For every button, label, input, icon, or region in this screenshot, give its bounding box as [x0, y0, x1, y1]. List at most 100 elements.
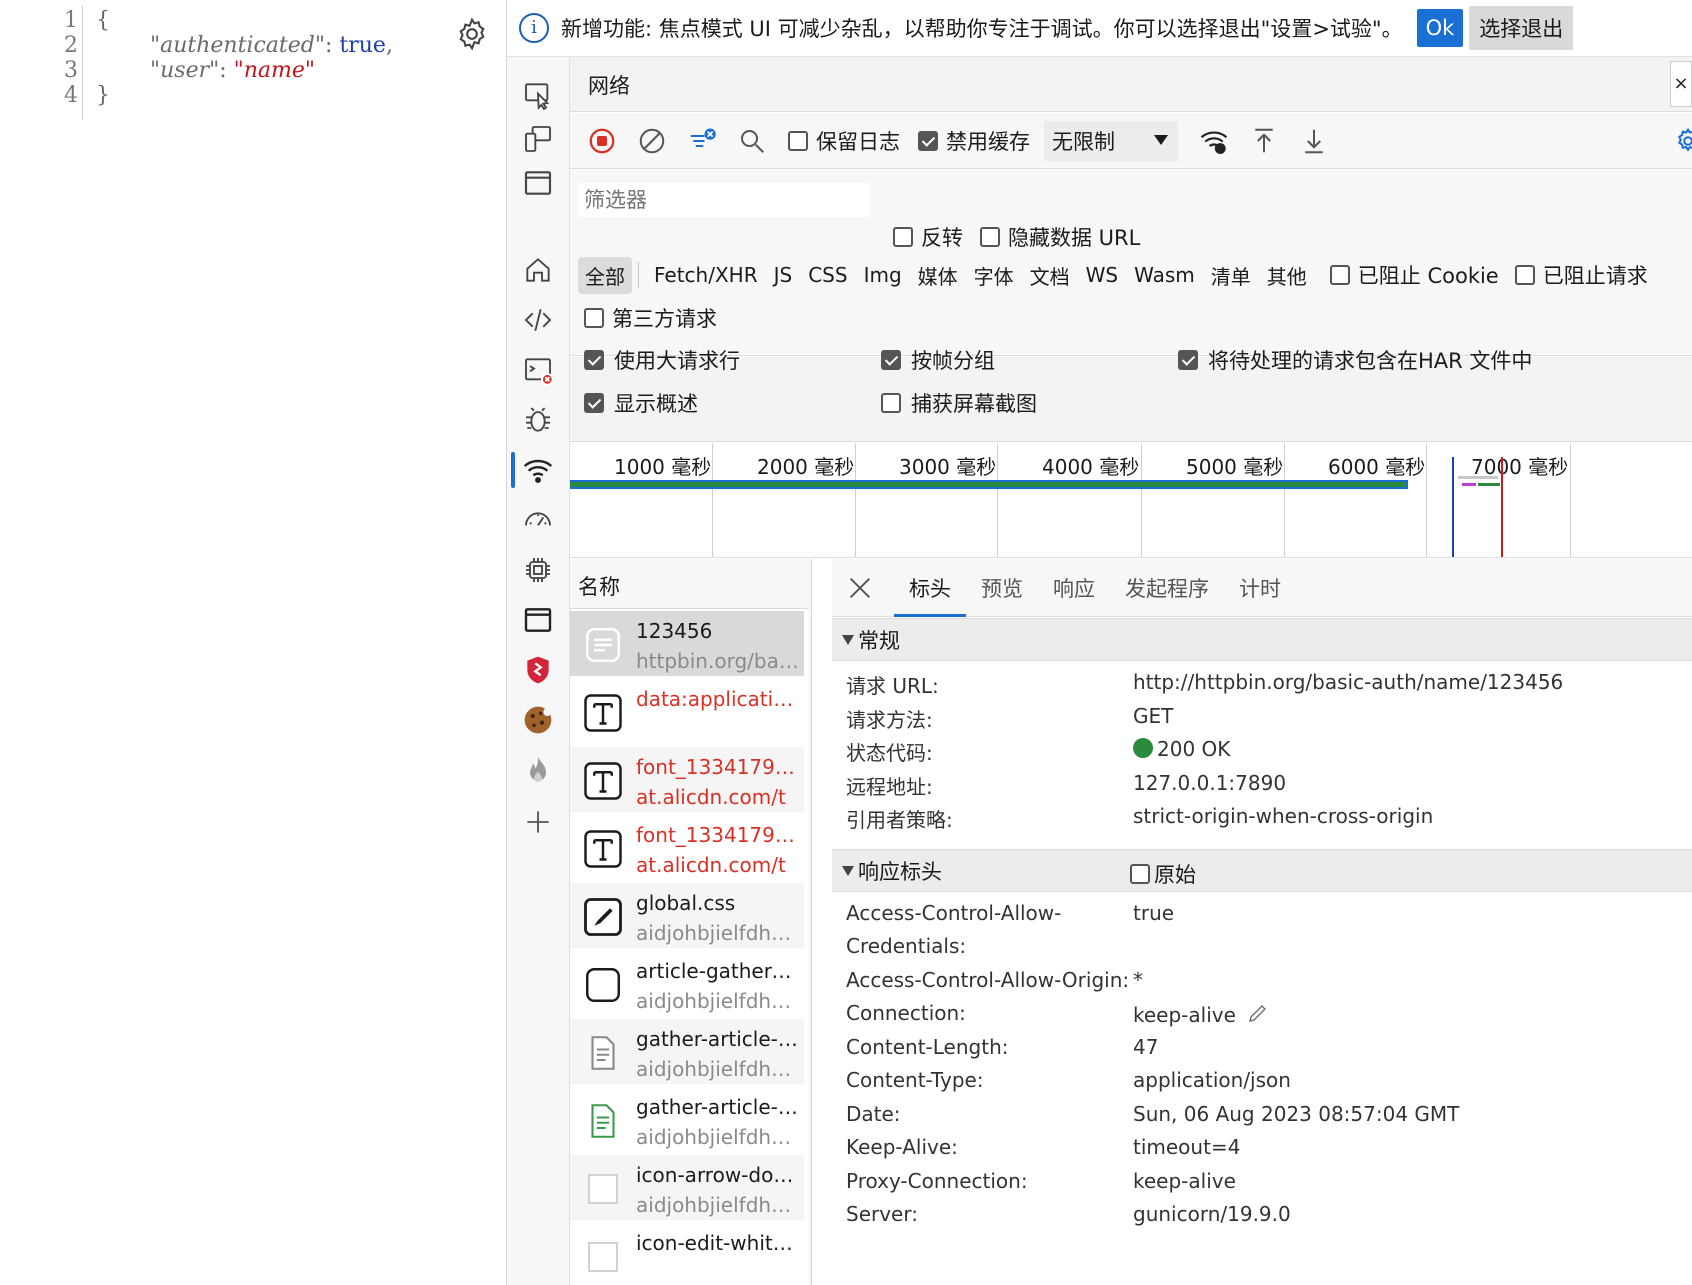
request-row[interactable]: font_1334179_ye... at.alicdn.com/t [570, 747, 804, 813]
type-filter-doc[interactable]: 文档 [1023, 257, 1077, 294]
memory-icon[interactable] [517, 550, 559, 590]
header-value: strict-origin-when-cross-origin [1133, 804, 1434, 828]
banner-message: 新增功能: 焦点模式 UI 可减少杂乱，以帮助你专注于调试。你可以选择退出"设置… [561, 17, 1403, 41]
welcome-home-icon[interactable] [517, 250, 559, 290]
network-toolbar: 保留日志 禁用缓存 无限制 [570, 113, 1692, 169]
checkbox-box[interactable] [980, 227, 1000, 247]
type-filter-css[interactable]: CSS [801, 259, 854, 291]
checkbox-box[interactable] [1178, 350, 1198, 370]
request-name: global.css [636, 891, 736, 915]
capture-screenshots-checkbox[interactable]: 捕获屏幕截图 [881, 388, 1037, 418]
json-open-brace: { [96, 8, 110, 33]
hide-data-urls-checkbox[interactable]: 隐藏数据 URL [980, 222, 1140, 252]
type-filter-js[interactable]: JS [767, 259, 800, 291]
har-pending-checkbox[interactable]: 将待处理的请求包含在HAR 文件中 [1178, 345, 1532, 375]
type-filter-media[interactable]: 媒体 [911, 257, 965, 294]
tab-headers[interactable]: 标头 [894, 559, 966, 617]
disable-cache-checkbox[interactable]: 禁用缓存 [918, 126, 1030, 156]
type-filter-img[interactable]: Img [857, 259, 909, 291]
record-stop-icon[interactable] [584, 123, 620, 159]
application-icon[interactable] [517, 600, 559, 640]
blocked-requests-checkbox[interactable]: 已阻止请求 [1514, 260, 1648, 290]
checkbox-box[interactable] [788, 130, 808, 151]
search-icon[interactable] [734, 123, 770, 159]
request-row[interactable]: 123456 httpbin.org/basi... [570, 611, 804, 677]
security-shield-icon[interactable] [517, 650, 559, 690]
edit-pencil-icon[interactable] [1246, 1001, 1270, 1025]
request-row[interactable]: font_1334179_ye... at.alicdn.com/t [570, 815, 804, 881]
filter-icon[interactable] [684, 123, 720, 159]
request-row[interactable]: article-gatherer-... aidjohbjielfdhca... [570, 951, 804, 1017]
close-icon[interactable]: × [1670, 61, 1692, 107]
performance-icon[interactable] [517, 500, 559, 540]
checkbox-box[interactable] [1329, 265, 1350, 285]
big-rows-checkbox[interactable]: 使用大请求行 [584, 345, 740, 375]
device-emulation-icon[interactable] [517, 119, 559, 159]
export-har-icon[interactable] [1296, 123, 1332, 159]
timeline-overview[interactable]: 1000 毫秒 2000 毫秒 3000 毫秒 4000 毫秒 5000 毫秒 … [570, 443, 1692, 558]
tab-preview[interactable]: 预览 [966, 559, 1038, 617]
disable-cache-label: 禁用缓存 [946, 129, 1030, 154]
filter-input[interactable] [578, 183, 870, 217]
checkbox-box[interactable] [918, 130, 938, 151]
header-value: keep-alive [1133, 1003, 1236, 1027]
type-filter-ws[interactable]: WS [1079, 259, 1125, 291]
request-domain: aidjohbjielfdhca... [636, 1193, 802, 1217]
import-har-icon[interactable] [1246, 123, 1282, 159]
tick-label: 1000 毫秒 [614, 455, 712, 479]
network-icon[interactable] [511, 450, 559, 490]
sources-bug-icon[interactable] [517, 400, 559, 440]
invert-checkbox[interactable]: 反转 [893, 222, 963, 252]
checkbox-box[interactable] [584, 393, 604, 413]
request-row[interactable]: gather-article-ic... aidjohbjielfdhca... [570, 1019, 804, 1085]
window-icon[interactable] [517, 163, 559, 203]
checkbox-box[interactable] [881, 350, 901, 370]
name-column-header[interactable]: 名称 [570, 559, 811, 609]
checkbox-box[interactable] [893, 227, 913, 247]
throttling-select[interactable]: 无限制 [1044, 120, 1178, 161]
clear-icon[interactable] [634, 123, 670, 159]
request-row[interactable]: icon-arrow-dow... aidjohbjielfdhca... [570, 1155, 804, 1221]
preserve-log-checkbox[interactable]: 保留日志 [788, 126, 900, 156]
tab-initiator[interactable]: 发起程序 [1110, 559, 1224, 617]
request-list-scrollbar[interactable] [809, 559, 811, 1285]
checkbox-box[interactable] [1130, 864, 1150, 884]
type-filter-manifest[interactable]: 清单 [1204, 257, 1258, 294]
type-filter-wasm[interactable]: Wasm [1127, 259, 1202, 291]
ok-button[interactable]: Ok [1416, 9, 1464, 47]
group-by-frame-checkbox[interactable]: 按帧分组 [881, 345, 995, 375]
add-tool-icon[interactable] [517, 802, 559, 842]
close-icon[interactable] [846, 574, 874, 602]
elements-icon[interactable] [517, 300, 559, 340]
show-overview-checkbox[interactable]: 显示概述 [584, 388, 698, 418]
request-row[interactable]: gather-article-ho... aidjohbjielfdhca... [570, 1087, 804, 1153]
inspect-element-icon[interactable] [517, 75, 559, 115]
type-filter-fetch-xhr[interactable]: Fetch/XHR [647, 259, 765, 291]
console-icon[interactable] [517, 350, 559, 390]
checkbox-box[interactable] [1514, 265, 1535, 285]
checkbox-box[interactable] [584, 308, 604, 328]
cookie-icon[interactable] [517, 700, 559, 740]
type-filter-font[interactable]: 字体 [967, 257, 1021, 294]
checkbox-box[interactable] [584, 350, 604, 370]
type-filter-other[interactable]: 其他 [1260, 257, 1314, 294]
request-row[interactable]: global.css aidjohbjielfdhca... [570, 883, 804, 949]
request-row[interactable]: data:application/... [570, 679, 804, 745]
blocked-cookies-checkbox[interactable]: 已阻止 Cookie [1329, 260, 1499, 290]
request-row[interactable]: icon-edit-white... [570, 1223, 804, 1285]
opt-out-button[interactable]: 选择退出 [1469, 6, 1574, 50]
request-name: font_1334179_ye... [636, 823, 802, 847]
tab-response[interactable]: 响应 [1038, 559, 1110, 617]
general-section-header[interactable]: 常规 [832, 618, 1692, 661]
network-settings-icon[interactable] [1670, 123, 1692, 159]
type-filter-all[interactable]: 全部 [578, 256, 632, 294]
network-conditions-icon[interactable] [1196, 123, 1232, 159]
flame-icon[interactable] [517, 750, 559, 790]
header-key: Server: [846, 1202, 918, 1226]
tab-timing[interactable]: 计时 [1224, 559, 1296, 617]
response-headers-section-header[interactable]: 响应标头 原始 [832, 849, 1692, 892]
third-party-checkbox[interactable]: 第三方请求 [584, 303, 717, 333]
raw-checkbox[interactable]: 原始 [1130, 859, 1196, 889]
checkbox-box[interactable] [881, 393, 901, 413]
gear-icon[interactable] [454, 16, 490, 52]
